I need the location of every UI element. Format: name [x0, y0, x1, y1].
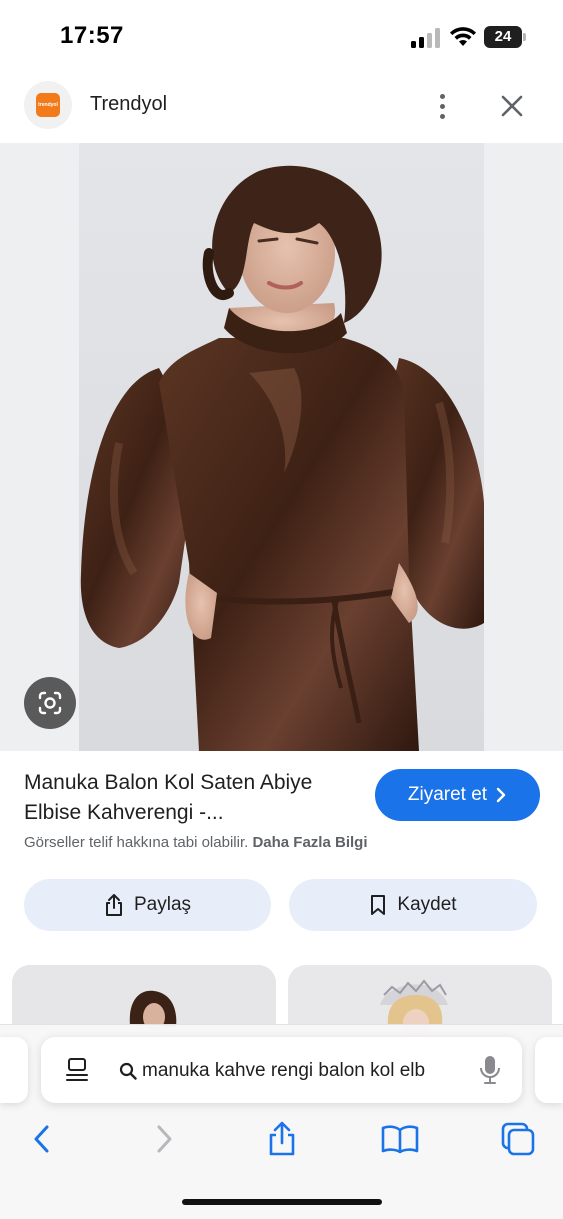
share-page-button[interactable]	[262, 1119, 302, 1159]
copyright-notice: Görseller telif hakkına tabi olabilir. D…	[24, 834, 367, 851]
visit-button-label: Ziyaret et	[407, 784, 488, 805]
next-tab-preview[interactable]	[535, 1037, 563, 1103]
browser-toolbar: manuka kahve rengi balon kol elb	[0, 1024, 563, 1219]
mic-icon[interactable]	[479, 1055, 501, 1085]
share-icon	[105, 894, 122, 916]
status-bar: 17:57 24	[0, 0, 563, 72]
bookmarks-icon	[381, 1125, 419, 1154]
trendyol-logo-icon: trendyol	[36, 93, 60, 117]
previous-tab-preview[interactable]	[0, 1037, 28, 1103]
back-arrow-icon	[34, 1125, 49, 1153]
battery-icon: 24	[484, 26, 526, 48]
tabs-icon	[501, 1122, 535, 1156]
home-indicator	[182, 1199, 382, 1205]
tabs-button[interactable]	[498, 1119, 538, 1159]
search-query-text: manuka kahve rengi balon kol elb	[142, 1060, 426, 1081]
battery-level: 24	[484, 26, 522, 48]
share-icon	[269, 1121, 295, 1156]
site-name[interactable]: Trendyol	[90, 93, 167, 116]
close-icon[interactable]	[494, 88, 530, 124]
share-label: Paylaş	[133, 894, 192, 915]
search-icon	[119, 1062, 137, 1080]
visit-button[interactable]: Ziyaret et	[375, 769, 540, 821]
site-logo[interactable]: trendyol	[24, 81, 72, 129]
chevron-right-icon	[496, 787, 506, 803]
product-title[interactable]: Manuka Balon Kol Saten Abiye Elbise Kahv…	[24, 768, 354, 828]
product-image[interactable]	[79, 143, 484, 751]
save-label: Kaydet	[397, 894, 457, 915]
result-image-container	[0, 143, 563, 751]
result-header: trendyol Trendyol	[0, 72, 563, 140]
lens-icon	[38, 691, 62, 715]
save-button[interactable]: Kaydet	[289, 879, 537, 931]
share-button[interactable]: Paylaş	[24, 879, 271, 931]
back-button[interactable]	[22, 1119, 62, 1159]
reader-icon[interactable]	[65, 1057, 89, 1083]
more-info-link[interactable]: Daha Fazla Bilgi	[252, 834, 367, 851]
cellular-signal-icon	[411, 28, 440, 48]
bookmark-icon	[371, 895, 386, 915]
forward-arrow-icon	[157, 1125, 172, 1153]
forward-button[interactable]	[144, 1119, 184, 1159]
more-options-button[interactable]	[426, 88, 458, 124]
address-bar[interactable]: manuka kahve rengi balon kol elb	[41, 1037, 522, 1103]
search-query[interactable]: manuka kahve rengi balon kol elb	[119, 1057, 459, 1085]
bookmarks-button[interactable]	[380, 1119, 420, 1159]
lens-search-button[interactable]	[24, 677, 76, 729]
status-time: 17:57	[60, 22, 124, 49]
wifi-icon	[450, 27, 476, 46]
copyright-text: Görseller telif hakkına tabi olabilir.	[24, 834, 249, 851]
